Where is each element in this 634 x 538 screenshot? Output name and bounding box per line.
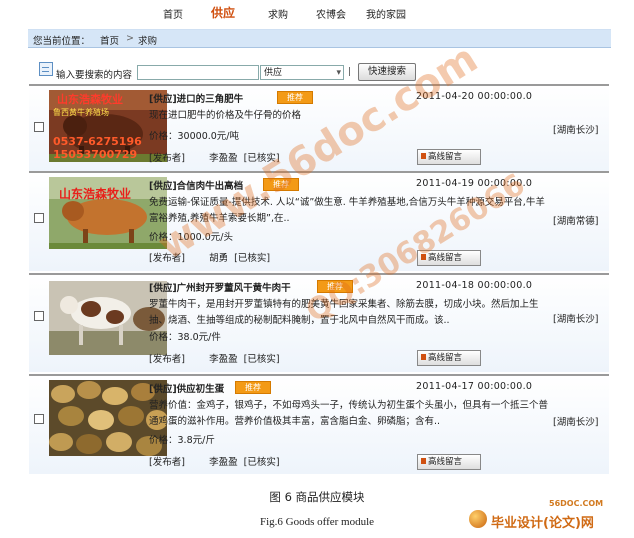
listing-checkbox[interactable] xyxy=(34,213,44,223)
nav-item-home[interactable]: 首页 xyxy=(163,6,183,21)
listing-checkbox[interactable] xyxy=(34,311,44,321)
listing-region: [湖南长沙] xyxy=(553,125,599,136)
listing-description: 免费运输-保证质量-提供技术. 人以“诚”做生意. 牛羊养殖基地,合信万头牛羊种… xyxy=(149,197,545,224)
leave-message-button[interactable]: 高线留言 xyxy=(417,250,481,266)
listing-title-link[interactable]: [供应]进口的三角肥牛 xyxy=(149,91,243,105)
image-caption-line: 山东浩森牧业 xyxy=(57,93,123,106)
listing-date: 2011-04-19 00:00:00.0 xyxy=(416,178,533,189)
nav-item-purchase[interactable]: 求购 xyxy=(268,6,288,21)
logo-icon xyxy=(469,510,487,528)
search-input[interactable] xyxy=(137,65,259,80)
logo-text: 毕业设计(论文)网 xyxy=(491,516,594,531)
search-label: 输入要搜索的内容 xyxy=(56,70,133,81)
recommend-badge: 推荐 xyxy=(235,381,271,394)
top-nav: 首页 供应 求购 农博会 我的家园 xyxy=(0,0,634,26)
quick-search-button[interactable]: 快速搜索 xyxy=(358,63,416,81)
listing-publisher: [发布者] 李盈盈 [已核实] xyxy=(149,354,280,365)
listing-row: 山东浩森牧业 鲁西黄牛养殖场 0537-6275196 15053700729 … xyxy=(29,84,609,182)
listing-date: 2011-04-20 00:00:00.0 xyxy=(416,91,533,102)
listing-date: 2011-04-17 00:00:00.0 xyxy=(416,381,533,392)
listing-date: 2011-04-18 00:00:00.0 xyxy=(416,280,533,291)
listing-checkbox[interactable] xyxy=(34,414,44,424)
listing-title-link[interactable]: [供应]合信肉牛出高档 xyxy=(149,178,243,192)
site-logo: 56DOC.COM 毕业设计(论文)网 xyxy=(469,499,629,532)
image-caption-line: 山东浩森牧业 xyxy=(59,187,132,201)
message-icon xyxy=(421,254,426,260)
listing-description: 罗董牛肉干，是用封开罗董镇特有的肥美黄牛回家采集者、除筋去膜，切成小块。然后加上… xyxy=(149,299,539,326)
leave-message-button[interactable]: 高线留言 xyxy=(417,149,481,165)
recommend-badge: 推荐 xyxy=(263,178,299,191)
listing-row: 山东浩森牧业 [供应]合信肉牛出高档 推荐 2011-04-19 00:00:0… xyxy=(29,171,609,271)
listing-title-link[interactable]: [供应]供应初生蛋 xyxy=(149,381,224,395)
recommend-badge: 推荐 xyxy=(317,280,353,293)
breadcrumb-prefix: 您当前位置： xyxy=(33,36,91,47)
listing-price: 价格：30000.0元/吨 xyxy=(149,131,240,142)
breadcrumb-separator: > xyxy=(126,33,134,44)
nav-item-expo[interactable]: 农博会 xyxy=(316,6,346,21)
category-select-value: 供应 xyxy=(264,68,283,78)
image-caption-line: 0537-6275196 xyxy=(53,135,142,148)
listing-price: 价格：1000.0元/头 xyxy=(149,232,233,243)
message-icon xyxy=(421,153,426,159)
listing-checkbox[interactable] xyxy=(34,122,44,132)
leave-message-button[interactable]: 高线留言 xyxy=(417,350,481,366)
logo-domain: 56DOC.COM xyxy=(549,499,604,508)
breadcrumb-home-link[interactable]: 首页 xyxy=(100,33,119,47)
search-form-icon xyxy=(39,62,53,76)
listing-title-link[interactable]: [供应]广州封开罗董风干黄牛肉干 xyxy=(149,280,291,294)
recommend-badge: 推荐 xyxy=(277,91,313,104)
listing-price: 价格：3.8元/斤 xyxy=(149,435,215,446)
listing-description: 营养价值：金鸡子，银鸡子，不如母鸡头一子，传统认为初生蛋个头虽小，但具有一个抵三… xyxy=(149,400,549,427)
category-select[interactable]: 供应 xyxy=(260,65,344,81)
leave-message-button[interactable]: 高线留言 xyxy=(417,454,481,470)
listing-region: [湖南长沙] xyxy=(553,417,599,428)
breadcrumb-current: 求购 xyxy=(138,36,158,47)
listing-region: [湖南长沙] xyxy=(553,314,599,325)
listing-price: 价格：38.0元/件 xyxy=(149,332,221,343)
listing-description: 现在进口肥牛的价格及牛仔骨的价格 xyxy=(149,110,302,121)
image-caption-line: 15053700729 xyxy=(53,148,138,161)
listing-publisher: [发布者] 李盈盈 [已核实] xyxy=(149,153,280,164)
message-icon xyxy=(421,458,426,464)
listing-publisher: [发布者] 李盈盈 [已核实] xyxy=(149,457,280,468)
search-separator: | xyxy=(348,67,352,77)
nav-item-supply[interactable]: 供应 xyxy=(211,4,235,21)
figure-caption-cn: 图 6 商品供应模块 xyxy=(269,490,365,504)
nav-item-my-home[interactable]: 我的家园 xyxy=(366,6,406,21)
breadcrumb: 您当前位置： 首页 > 求购 xyxy=(28,29,611,48)
image-caption-line: 鲁西黄牛养殖场 xyxy=(53,108,109,117)
search-bar: 输入要搜索的内容 供应 | 快速搜索 xyxy=(38,60,598,82)
listing-row: [供应]供应初生蛋 推荐 2011-04-17 00:00:00.0 营养价值：… xyxy=(29,374,609,474)
listing-publisher: [发布者] 胡勇 [已核实] xyxy=(149,253,271,264)
message-icon xyxy=(421,354,426,360)
listing-region: [湖南常德] xyxy=(553,216,599,227)
listing-row: [供应]广州封开罗董风干黄牛肉干 推荐 2011-04-18 00:00:00.… xyxy=(29,273,609,372)
